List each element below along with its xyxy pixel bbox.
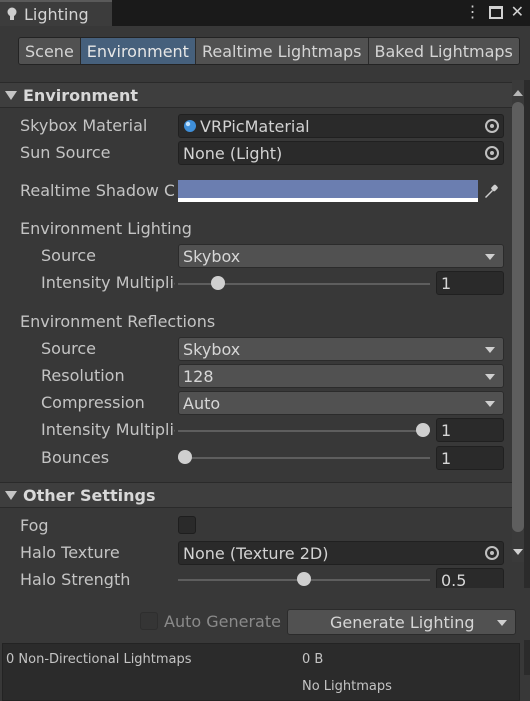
fog-label: Fog xyxy=(20,516,49,535)
lightmap-size: 0 B xyxy=(302,652,324,667)
lightbulb-icon xyxy=(7,7,17,20)
sun-source-label: Sun Source xyxy=(20,143,111,162)
foldout-arrow-icon xyxy=(5,90,17,100)
environment-header-label: Environment xyxy=(23,85,139,105)
compression-dropdown[interactable]: Auto xyxy=(178,391,504,415)
lighting-window-tab[interactable]: Lighting xyxy=(0,0,112,26)
reflection-intensity-slider-handle[interactable] xyxy=(416,423,430,437)
reflection-intensity-input[interactable]: 1 xyxy=(436,418,504,442)
maximize-icon[interactable] xyxy=(488,5,503,19)
chevron-down-icon xyxy=(485,347,495,353)
environment-lighting-header: Environment Lighting xyxy=(20,219,192,238)
shadow-color-swatch[interactable] xyxy=(178,180,478,202)
bounces-track[interactable] xyxy=(178,457,430,459)
resolution-dropdown[interactable]: 128 xyxy=(178,364,504,388)
object-picker-icon[interactable] xyxy=(485,146,499,160)
eyedropper-icon[interactable] xyxy=(482,182,500,200)
window-titlebar: Lighting ⋮ ✕ xyxy=(0,0,530,26)
halo-texture-field[interactable]: None (Texture 2D) xyxy=(178,541,504,565)
bounces-input[interactable]: 1 xyxy=(436,446,504,470)
lighting-source-dropdown[interactable]: Skybox xyxy=(178,244,504,268)
environment-section-header[interactable]: Environment xyxy=(0,82,512,108)
sun-source-value: None (Light) xyxy=(183,143,283,163)
auto-generate-label: Auto Generate xyxy=(164,612,281,631)
tab-scene[interactable]: Scene xyxy=(19,38,81,64)
scrollbar-thumb[interactable] xyxy=(512,102,524,532)
lightmap-count: 0 Non-Directional Lightmaps xyxy=(6,652,192,667)
reflection-source-label: Source xyxy=(41,339,96,358)
halo-texture-label: Halo Texture xyxy=(20,543,120,562)
reflection-source-value: Skybox xyxy=(183,339,241,359)
chevron-down-icon xyxy=(485,254,495,260)
halo-strength-slider-handle[interactable] xyxy=(297,572,311,586)
scroll-up-icon[interactable] xyxy=(513,90,523,96)
lighting-intensity-input[interactable]: 1 xyxy=(436,271,504,295)
material-icon xyxy=(184,120,196,132)
object-picker-icon[interactable] xyxy=(485,119,499,133)
halo-texture-value: None (Texture 2D) xyxy=(183,543,329,563)
skybox-material-label: Skybox Material xyxy=(20,116,148,135)
fog-checkbox[interactable] xyxy=(178,516,196,534)
compression-value: Auto xyxy=(183,393,221,413)
lightmap-status: No Lightmaps xyxy=(302,679,392,694)
generate-lighting-button[interactable]: Generate Lighting xyxy=(287,609,516,635)
panel-edge xyxy=(524,80,530,675)
lighting-tabs: Scene Environment Realtime Lightmaps Bak… xyxy=(18,37,520,65)
scroll-down-icon[interactable] xyxy=(513,549,523,555)
skybox-material-value: VRPicMaterial xyxy=(200,116,310,136)
lighting-source-label: Source xyxy=(41,246,96,265)
lighting-intensity-label: Intensity Multiplie xyxy=(41,273,175,292)
realtime-shadow-color-label: Realtime Shadow C xyxy=(20,181,174,200)
chevron-down-icon xyxy=(485,401,495,407)
lighting-intensity-slider-handle[interactable] xyxy=(211,276,225,290)
tab-environment[interactable]: Environment xyxy=(80,38,196,64)
compression-label: Compression xyxy=(41,393,145,412)
auto-generate-checkbox[interactable] xyxy=(140,612,158,630)
generate-lighting-label: Generate Lighting xyxy=(330,612,475,632)
resolution-label: Resolution xyxy=(41,366,125,385)
window-title: Lighting xyxy=(24,4,89,24)
bounces-label: Bounces xyxy=(41,448,110,467)
foldout-arrow-icon xyxy=(5,490,17,500)
reflection-intensity-track[interactable] xyxy=(178,430,430,432)
lighting-source-value: Skybox xyxy=(183,246,241,266)
tab-realtime-lightmaps[interactable]: Realtime Lightmaps xyxy=(195,38,369,64)
chevron-down-icon[interactable] xyxy=(497,620,507,626)
chevron-down-icon xyxy=(485,374,495,380)
other-settings-header-label: Other Settings xyxy=(23,485,156,505)
halo-strength-label: Halo Strength xyxy=(20,570,131,589)
other-settings-section-header[interactable]: Other Settings xyxy=(0,482,512,508)
reflection-source-dropdown[interactable]: Skybox xyxy=(178,337,504,361)
skybox-material-field[interactable]: VRPicMaterial xyxy=(178,114,504,138)
bounces-slider-handle[interactable] xyxy=(178,450,192,464)
sun-source-field[interactable]: None (Light) xyxy=(178,141,504,165)
close-icon[interactable]: ✕ xyxy=(511,2,524,22)
window-menu-icon[interactable]: ⋮ xyxy=(465,2,481,22)
environment-reflections-header: Environment Reflections xyxy=(20,312,216,331)
reflection-intensity-label: Intensity Multiplie xyxy=(41,420,175,439)
resolution-value: 128 xyxy=(183,366,214,386)
object-picker-icon[interactable] xyxy=(485,546,499,560)
tab-baked-lightmaps[interactable]: Baked Lightmaps xyxy=(368,38,519,64)
